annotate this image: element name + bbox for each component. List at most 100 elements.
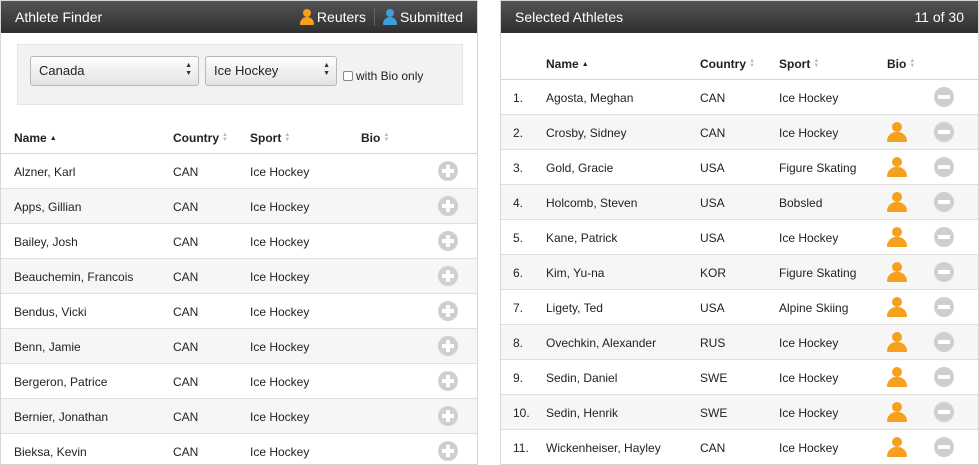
bio-person-icon[interactable] — [887, 402, 907, 422]
table-row[interactable]: 8. Ovechkin, Alexander RUS Ice Hockey — [501, 325, 978, 360]
table-row[interactable]: Bergeron, Patrice CAN Ice Hockey — [1, 364, 477, 399]
athlete-country: CAN — [173, 445, 199, 459]
athlete-country: KOR — [700, 266, 727, 280]
athlete-name: Ovechkin, Alexander — [546, 336, 657, 350]
remove-athlete-button[interactable] — [934, 122, 954, 142]
bio-person-icon[interactable] — [887, 122, 907, 142]
selected-col-country[interactable]: Country ▲ ▼ — [700, 57, 755, 71]
bio-person-icon[interactable] — [887, 367, 907, 387]
athlete-sport: Ice Hockey — [250, 410, 310, 424]
athlete-sport: Ice Hockey — [250, 445, 310, 459]
finder-col-name[interactable]: Name ▲ — [14, 131, 57, 145]
athlete-sport: Ice Hockey — [779, 371, 839, 385]
bio-icon-head — [892, 157, 902, 167]
selected-title: Selected Athletes — [515, 9, 624, 25]
table-row[interactable]: 1. Agosta, Meghan CAN Ice Hockey — [501, 80, 978, 115]
bio-icon-body — [887, 132, 907, 142]
add-athlete-button[interactable] — [438, 371, 458, 391]
remove-athlete-button[interactable] — [934, 367, 954, 387]
table-row[interactable]: 10. Sedin, Henrik SWE Ice Hockey — [501, 395, 978, 430]
row-number: 2. — [513, 126, 524, 140]
athlete-country: CAN — [173, 375, 199, 389]
bio-only-label: with Bio only — [356, 69, 424, 83]
athlete-country: CAN — [173, 340, 199, 354]
athlete-finder-titlebar: Athlete Finder Reuters Submitted — [1, 1, 477, 33]
bio-person-icon[interactable] — [887, 262, 907, 282]
remove-athlete-button[interactable] — [934, 262, 954, 282]
table-row[interactable]: 7. Ligety, Ted USA Alpine Skiing — [501, 290, 978, 325]
submitted-person-icon — [382, 9, 397, 25]
athlete-name: Crosby, Sidney — [546, 126, 627, 140]
remove-athlete-button[interactable] — [934, 157, 954, 177]
athlete-sport: Ice Hockey — [250, 165, 310, 179]
bio-only-checkbox[interactable] — [343, 71, 353, 81]
selected-table-header: Name ▲ Country ▲ ▼ Sport ▲ ▼ Bio ▲ ▼ — [501, 45, 978, 80]
table-row[interactable]: 3. Gold, Gracie USA Figure Skating — [501, 150, 978, 185]
source-legend: Reuters Submitted — [299, 8, 463, 26]
bio-icon-body — [887, 307, 907, 317]
add-athlete-button[interactable] — [438, 266, 458, 286]
remove-athlete-button[interactable] — [934, 227, 954, 247]
bio-person-icon[interactable] — [887, 227, 907, 247]
sport-select[interactable]: Ice Hockey ▲ ▼ — [205, 56, 337, 86]
selected-col-name[interactable]: Name ▲ — [546, 57, 589, 71]
table-row[interactable]: Bieksa, Kevin CAN Ice Hockey — [1, 434, 477, 464]
table-row[interactable]: Bendus, Vicki CAN Ice Hockey — [1, 294, 477, 329]
athlete-sport: Ice Hockey — [779, 336, 839, 350]
table-row[interactable]: Bernier, Jonathan CAN Ice Hockey — [1, 399, 477, 434]
remove-athlete-button[interactable] — [934, 332, 954, 352]
selected-col-bio[interactable]: Bio ▲ ▼ — [887, 57, 915, 71]
finder-col-sport[interactable]: Sport ▲ ▼ — [250, 131, 290, 145]
bio-icon-head — [892, 122, 902, 132]
table-row[interactable]: 9. Sedin, Daniel SWE Ice Hockey — [501, 360, 978, 395]
table-row[interactable]: 5. Kane, Patrick USA Ice Hockey — [501, 220, 978, 255]
add-athlete-button[interactable] — [438, 301, 458, 321]
athlete-country: USA — [700, 231, 725, 245]
add-athlete-button[interactable] — [438, 231, 458, 251]
table-row[interactable]: 4. Holcomb, Steven USA Bobsled — [501, 185, 978, 220]
row-number: 5. — [513, 231, 524, 245]
bio-person-icon[interactable] — [887, 192, 907, 212]
bio-person-icon[interactable] — [887, 297, 907, 317]
add-athlete-button[interactable] — [438, 441, 458, 461]
bio-icon-body — [887, 342, 907, 352]
bio-icon-body — [887, 237, 907, 247]
bio-person-icon[interactable] — [887, 437, 907, 457]
country-select[interactable]: Canada ▲ ▼ — [30, 56, 199, 86]
remove-athlete-button[interactable] — [934, 402, 954, 422]
finder-col-country[interactable]: Country ▲ ▼ — [173, 131, 228, 145]
remove-athlete-button[interactable] — [934, 297, 954, 317]
table-row[interactable]: 6. Kim, Yu-na KOR Figure Skating — [501, 255, 978, 290]
bio-icon-head — [892, 297, 902, 307]
athlete-sport: Alpine Skiing — [779, 301, 849, 315]
table-row[interactable]: Alzner, Karl CAN Ice Hockey — [1, 154, 477, 189]
table-row[interactable]: 11. Wickenheiser, Hayley CAN Ice Hockey — [501, 430, 978, 464]
remove-athlete-button[interactable] — [934, 192, 954, 212]
bio-only-option[interactable]: with Bio only — [343, 69, 423, 83]
finder-col-bio[interactable]: Bio ▲ ▼ — [361, 131, 389, 145]
remove-athlete-button[interactable] — [934, 437, 954, 457]
add-athlete-button[interactable] — [438, 336, 458, 356]
athlete-name: Sedin, Daniel — [546, 371, 618, 385]
selected-col-sport[interactable]: Sport ▲ ▼ — [779, 57, 819, 71]
athlete-name: Bergeron, Patrice — [14, 375, 108, 389]
athlete-country: CAN — [700, 126, 726, 140]
table-row[interactable]: Bailey, Josh CAN Ice Hockey — [1, 224, 477, 259]
athlete-name: Agosta, Meghan — [546, 91, 634, 105]
add-athlete-button[interactable] — [438, 406, 458, 426]
athlete-name: Kane, Patrick — [546, 231, 618, 245]
table-row[interactable]: Apps, Gillian CAN Ice Hockey — [1, 189, 477, 224]
remove-athlete-button[interactable] — [934, 87, 954, 107]
legend-submitted-label: Submitted — [399, 9, 463, 25]
table-row[interactable]: 2. Crosby, Sidney CAN Ice Hockey — [501, 115, 978, 150]
bio-person-icon[interactable] — [887, 157, 907, 177]
athlete-name: Wickenheiser, Hayley — [546, 441, 661, 455]
bio-icon-head — [892, 437, 902, 447]
legend-submitted: Submitted — [382, 9, 463, 25]
bio-person-icon[interactable] — [887, 332, 907, 352]
table-row[interactable]: Benn, Jamie CAN Ice Hockey — [1, 329, 477, 364]
athlete-name: Gold, Gracie — [546, 161, 614, 175]
add-athlete-button[interactable] — [438, 196, 458, 216]
table-row[interactable]: Beauchemin, Francois CAN Ice Hockey — [1, 259, 477, 294]
add-athlete-button[interactable] — [438, 161, 458, 181]
